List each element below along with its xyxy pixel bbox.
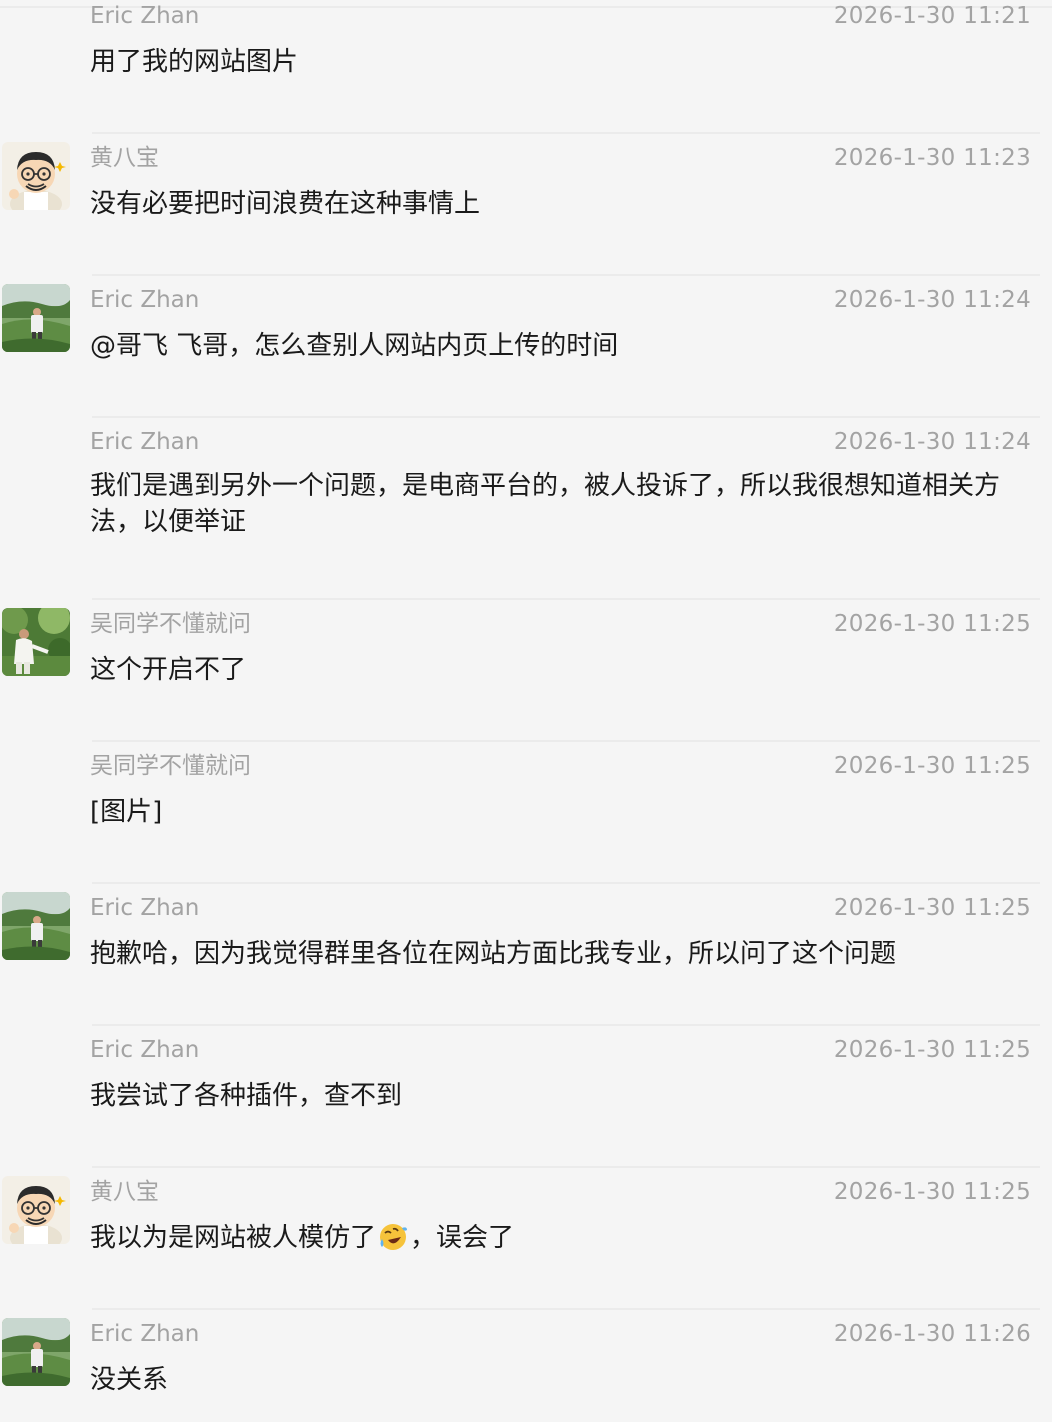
message-item[interactable]: Eric Zhan 2026-1-30 11:24 我们是遇到另外一个问题，是电… (0, 418, 1052, 600)
message-item[interactable]: 黄八宝 2026-1-30 11:23 没有必要把时间浪费在这种事情上 (0, 134, 1052, 276)
chat-history-list[interactable]: Eric Zhan 2026-1-30 11:21 用了我的网站图片 黄八宝 2… (0, 0, 1052, 1422)
message-item[interactable]: Eric Zhan 2026-1-30 11:25 我尝试了各种插件，查不到 (0, 1026, 1052, 1168)
outdoor-photo-avatar-icon (2, 284, 70, 352)
sender-name[interactable]: 黄八宝 (90, 1176, 159, 1208)
message-text: 我们是遇到另外一个问题，是电商平台的，被人投诉了，所以我很想知道相关方法，以便举… (90, 471, 1001, 537)
message-item[interactable]: Eric Zhan 2026-1-30 11:21 用了我的网站图片 (0, 0, 1052, 134)
sender-name[interactable]: Eric Zhan (90, 426, 199, 458)
message-item[interactable]: Eric Zhan 2026-1-30 11:26 没关系 (0, 1310, 1052, 1422)
avatar[interactable] (2, 892, 70, 960)
message-text: 这个开启不了 (90, 655, 247, 685)
message-text: @哥飞 飞哥，怎么查别人网站内页上传的时间 (90, 331, 619, 361)
message-item[interactable]: 吴同学不懂就问 2026-1-30 11:25 这个开启不了 (0, 600, 1052, 742)
avatar[interactable] (2, 608, 70, 676)
garden-photo-avatar-icon (2, 608, 70, 676)
message-timestamp: 2026-1-30 11:21 (833, 3, 1031, 29)
message-item[interactable]: 吴同学不懂就问 2026-1-30 11:25 [图片] (0, 742, 1052, 884)
sender-name[interactable]: Eric Zhan (90, 1034, 199, 1066)
message-text: 我尝试了各种插件，查不到 (90, 1081, 403, 1111)
avatar[interactable] (2, 284, 70, 352)
sender-name[interactable]: Eric Zhan (90, 1318, 199, 1350)
message-text: 我以为是网站被人模仿了 ，误会了 (90, 1220, 1030, 1256)
avatar[interactable] (2, 1176, 70, 1244)
message-timestamp: 2026-1-30 11:26 (833, 1321, 1031, 1347)
avatar[interactable] (2, 1318, 70, 1386)
sender-name[interactable]: 黄八宝 (90, 142, 159, 174)
message-item[interactable]: Eric Zhan 2026-1-30 11:25 抱歉哈，因为我觉得群里各位在… (0, 884, 1052, 1026)
message-text-part: 我以为是网站被人模仿了 (90, 1223, 377, 1253)
message-timestamp: 2026-1-30 11:25 (833, 753, 1031, 779)
message-item[interactable]: Eric Zhan 2026-1-30 11:24 @哥飞 飞哥，怎么查别人网站… (0, 276, 1052, 418)
message-image-placeholder[interactable]: [图片] (90, 794, 1030, 830)
message-timestamp: 2026-1-30 11:25 (833, 895, 1031, 921)
cartoon-avatar-icon (2, 142, 70, 210)
message-text-part: ，误会了 (410, 1223, 515, 1253)
face-with-tears-of-joy-tilted-emoji-icon (380, 1224, 408, 1250)
sender-name[interactable]: Eric Zhan (90, 0, 199, 32)
message-text: 没有必要把时间浪费在这种事情上 (90, 189, 481, 219)
sender-name[interactable]: Eric Zhan (90, 892, 199, 924)
message-text: 抱歉哈，因为我觉得群里各位在网站方面比我专业，所以问了这个问题 (90, 939, 897, 969)
message-timestamp: 2026-1-30 11:25 (833, 1037, 1031, 1063)
cartoon-avatar-icon (2, 1176, 70, 1244)
message-timestamp: 2026-1-30 11:25 (833, 611, 1031, 637)
message-item[interactable]: 黄八宝 2026-1-30 11:25 我以为是网站被人模仿了 ，误会了 (0, 1168, 1052, 1310)
message-timestamp: 2026-1-30 11:24 (833, 287, 1031, 313)
message-timestamp: 2026-1-30 11:23 (833, 145, 1031, 171)
sender-name[interactable]: Eric Zhan (90, 284, 199, 316)
outdoor-photo-avatar-icon (2, 892, 70, 960)
message-text: 用了我的网站图片 (90, 47, 299, 77)
outdoor-photo-avatar-icon (2, 1318, 70, 1386)
message-timestamp: 2026-1-30 11:24 (833, 429, 1031, 455)
sender-name[interactable]: 吴同学不懂就问 (90, 608, 251, 640)
message-text: 没关系 (90, 1365, 169, 1395)
avatar[interactable] (2, 142, 70, 210)
message-timestamp: 2026-1-30 11:25 (833, 1179, 1031, 1205)
sender-name[interactable]: 吴同学不懂就问 (90, 750, 251, 782)
